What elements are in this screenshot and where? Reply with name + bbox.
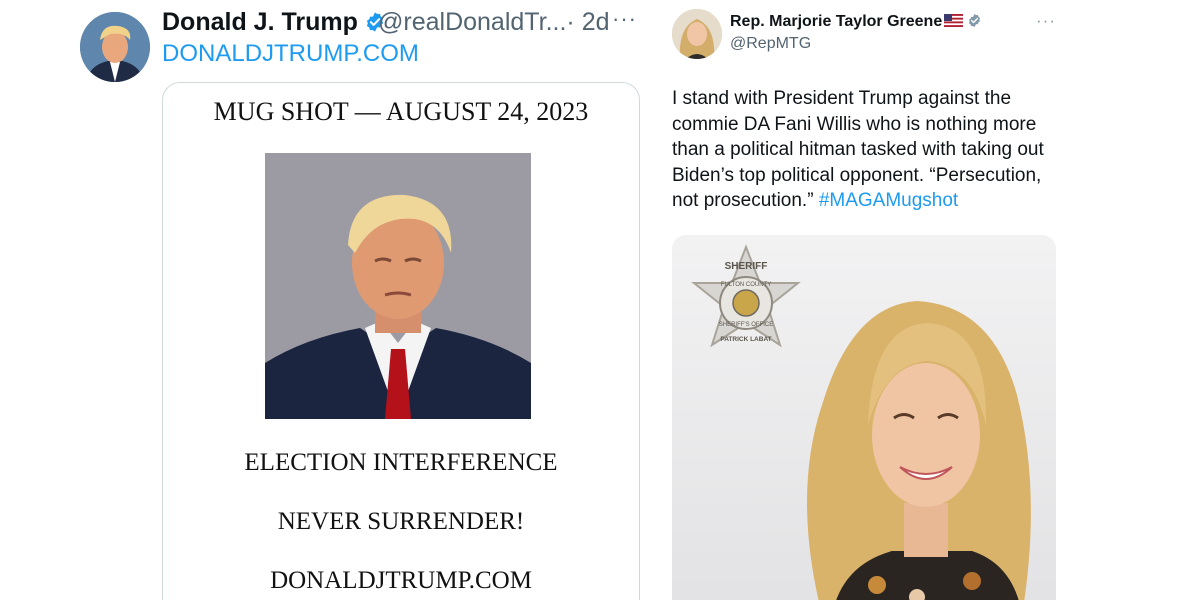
display-name-text[interactable]: Rep. Marjorie Taylor Greene — [730, 13, 942, 30]
display-name[interactable]: Donald J. Trump — [162, 8, 386, 37]
display-name[interactable]: Rep. Marjorie Taylor Greene — [730, 13, 982, 31]
handle[interactable]: @realDonaldTr... — [378, 8, 566, 36]
us-flag-icon — [944, 14, 964, 27]
avatar[interactable] — [80, 12, 150, 82]
card-line-1: ELECTION INTERFERENCE — [244, 449, 558, 476]
badge-bottom-text: PATRICK LABAT — [720, 336, 771, 343]
tweet-text: I stand with President Trump against the… — [672, 86, 1067, 214]
more-icon[interactable]: ··· — [612, 6, 637, 32]
mugshot-photo[interactable] — [265, 153, 531, 419]
tweet-photo[interactable]: SHERIFF FULTON COUNTY SHERIFF'S OFFICE P… — [672, 235, 1056, 600]
image-card[interactable]: MUG SHOT — AUGUST 24, 2023 ELECTION INTE… — [162, 82, 640, 600]
hashtag-link[interactable]: #MAGAMugshot — [819, 190, 958, 211]
timestamp[interactable]: · 2d — [566, 8, 609, 36]
handle-and-time: @realDonaldTr...· 2d — [378, 8, 610, 37]
badge-ring-top-text: FULTON COUNTY — [721, 282, 771, 288]
display-name-text[interactable]: Donald J. Trump — [162, 8, 358, 36]
card-title: MUG SHOT — AUGUST 24, 2023 — [213, 97, 589, 126]
avatar[interactable] — [672, 9, 722, 59]
gray-check-icon — [969, 13, 981, 28]
badge-top-text: SHERIFF — [725, 261, 768, 272]
card-line-3: DONALDJTRUMP.COM — [270, 567, 532, 594]
badge-ring-bottom-text: SHERIFF'S OFFICE — [719, 322, 773, 328]
profile-link[interactable]: DONALDJTRUMP.COM — [162, 40, 419, 68]
more-icon[interactable]: ··· — [1036, 11, 1056, 31]
handle[interactable]: @RepMTG — [730, 35, 811, 53]
card-line-2: NEVER SURRENDER! — [277, 508, 525, 535]
